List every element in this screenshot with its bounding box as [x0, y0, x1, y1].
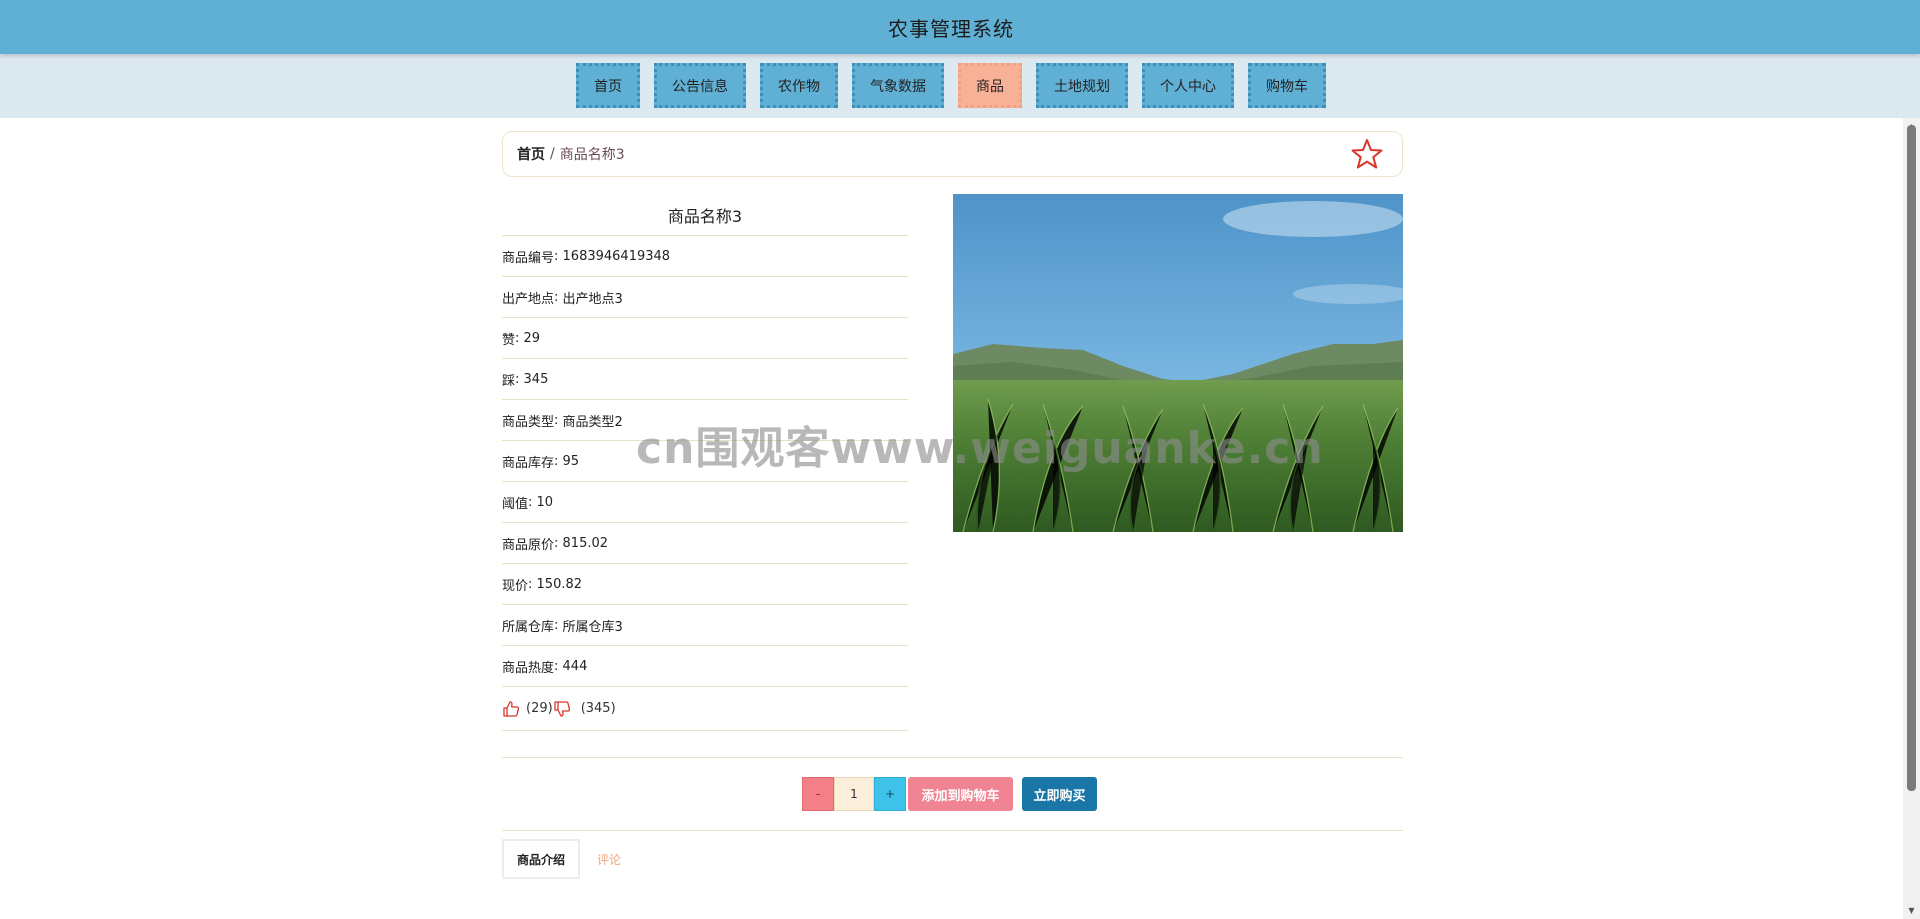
info-value: 所属仓库3 [562, 619, 623, 635]
quantity-input[interactable] [834, 777, 874, 811]
nav-item-profile[interactable]: 个人中心 [1142, 63, 1234, 108]
nav-item-products[interactable]: 商品 [958, 63, 1022, 108]
breadcrumb-current: 商品名称3 [559, 147, 625, 163]
breadcrumb-home-link[interactable]: 首页 [517, 144, 545, 164]
app-title: 农事管理系统 [888, 16, 1014, 41]
info-row-origin: 出产地点: 出产地点3 [502, 277, 908, 318]
info-key: 出产地点 [502, 291, 555, 307]
vote-row: (29) (345) [502, 687, 908, 731]
quantity-decrease-button[interactable]: - [802, 777, 834, 811]
breadcrumb: 首页 / 商品名称3 [502, 131, 1403, 177]
info-value: 444 [562, 658, 588, 674]
scroll-down-arrow-icon[interactable]: ▼ [1903, 902, 1920, 919]
product-image [953, 194, 1403, 532]
nav-item-cart[interactable]: 购物车 [1248, 63, 1326, 108]
info-key: 所属仓库 [502, 619, 555, 635]
info-key: 踩 [502, 373, 516, 389]
divider [502, 830, 1403, 831]
nav-list: 首页 公告信息 农作物 气象数据 商品 土地规划 个人中心 购物车 [0, 63, 1902, 110]
info-value: 29 [523, 330, 541, 346]
info-value: 815.02 [562, 535, 609, 551]
info-value: 1683946419348 [562, 248, 671, 264]
nav-item-weather[interactable]: 气象数据 [852, 63, 944, 108]
nav-bar: 首页 公告信息 农作物 气象数据 商品 土地规划 个人中心 购物车 [0, 54, 1920, 118]
quantity-increase-button[interactable]: + [874, 777, 906, 811]
info-value: 150.82 [536, 576, 583, 592]
info-key: 阈值 [502, 496, 529, 512]
nav-item-home[interactable]: 首页 [576, 63, 640, 108]
info-value: 345 [523, 371, 549, 387]
divider [502, 757, 1403, 758]
detail-tabs: 商品介绍 评论 [502, 839, 634, 879]
product-name: 商品名称3 [502, 194, 908, 236]
thumbs-up-icon[interactable] [502, 700, 520, 718]
info-key: 现价 [502, 578, 529, 594]
breadcrumb-separator: / [550, 146, 555, 162]
watermark-text: cn围观客www.weiguanke.cn [636, 423, 1324, 474]
buy-now-button[interactable]: 立即购买 [1022, 777, 1097, 811]
info-value: 10 [536, 494, 554, 510]
scrollbar-thumb[interactable] [1907, 125, 1916, 791]
info-row-warehouse: 所属仓库: 所属仓库3 [502, 605, 908, 646]
nav-item-announcements[interactable]: 公告信息 [654, 63, 746, 108]
nav-item-crops[interactable]: 农作物 [760, 63, 838, 108]
info-row-popularity: 商品热度: 444 [502, 646, 908, 687]
dislike-count: (345) [580, 701, 616, 716]
tab-product-intro[interactable]: 商品介绍 [502, 839, 581, 879]
info-value: 商品类型2 [562, 414, 623, 430]
tab-comments[interactable]: 评论 [584, 839, 634, 879]
info-key: 商品编号 [502, 250, 555, 266]
add-to-cart-button[interactable]: 添加到购物车 [908, 777, 1013, 811]
nav-item-land-planning[interactable]: 土地规划 [1036, 63, 1128, 108]
info-key: 商品库存 [502, 455, 555, 471]
like-count: (29) [526, 701, 553, 716]
info-row-threshold: 阈值: 10 [502, 482, 908, 523]
info-key: 商品原价 [502, 537, 555, 553]
info-row-current-price: 现价: 150.82 [502, 564, 908, 605]
star-icon[interactable] [1350, 137, 1384, 171]
info-value: 95 [562, 453, 580, 469]
info-row-dislikes: 踩: 345 [502, 359, 908, 400]
info-value: 出产地点3 [562, 291, 623, 307]
app-header: 农事管理系统 [0, 0, 1920, 54]
info-row-product-no: 商品编号: 1683946419348 [502, 236, 908, 277]
info-row-likes: 赞: 29 [502, 318, 908, 359]
thumbs-down-icon[interactable] [553, 700, 571, 718]
quantity-stepper: - + [802, 777, 906, 811]
info-row-original-price: 商品原价: 815.02 [502, 523, 908, 564]
info-key: 商品热度 [502, 660, 555, 676]
info-key: 赞 [502, 332, 516, 348]
page-scrollbar[interactable]: ▲ ▼ [1903, 118, 1920, 919]
info-key: 商品类型 [502, 414, 555, 430]
